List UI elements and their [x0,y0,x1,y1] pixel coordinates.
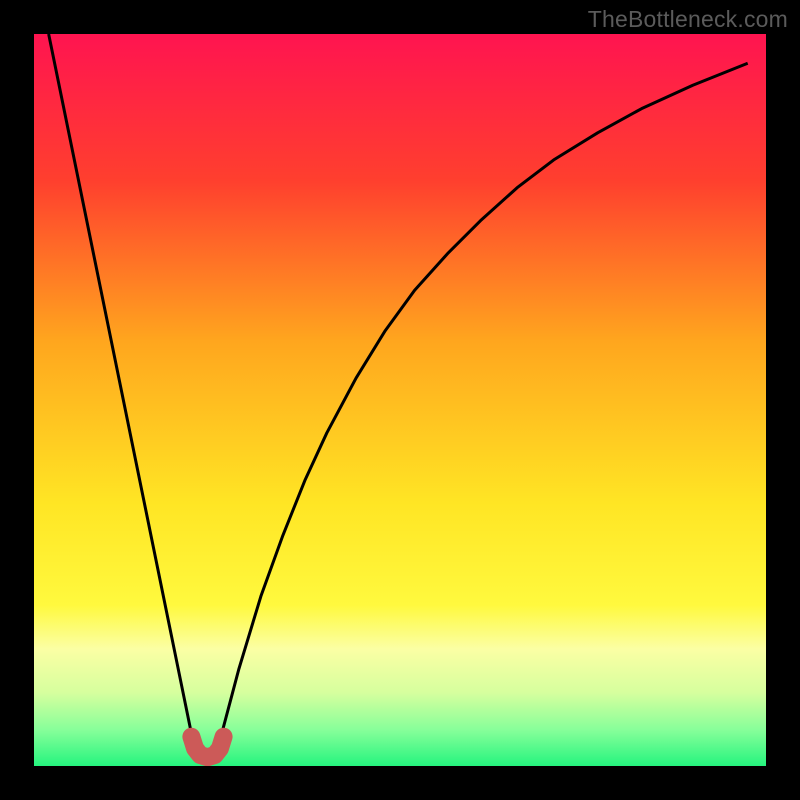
watermark-text: TheBottleneck.com [588,6,788,33]
chart-svg [34,34,766,766]
chart-frame: TheBottleneck.com [0,0,800,800]
background-gradient [34,34,766,766]
chart-plot-area [34,34,766,766]
